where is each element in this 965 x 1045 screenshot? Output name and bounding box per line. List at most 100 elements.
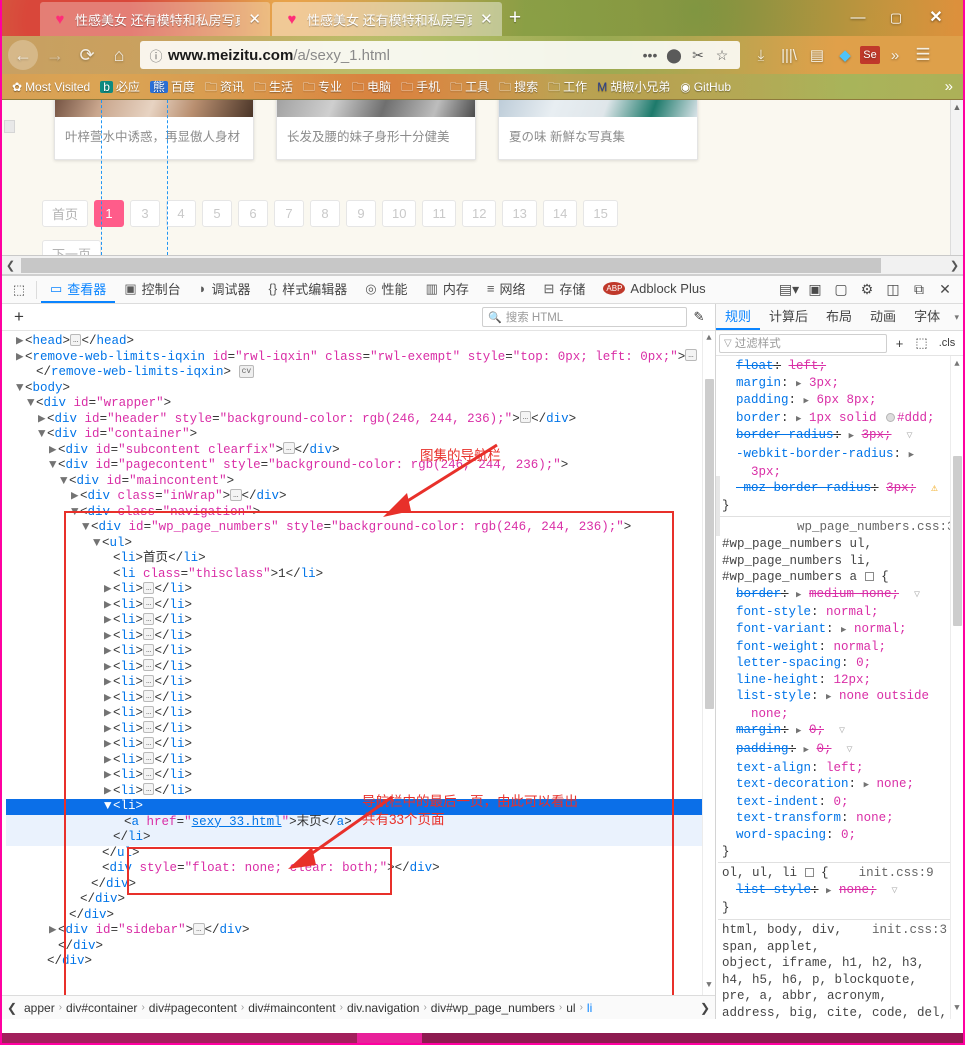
dom-tree-line[interactable]: ▶<li>… </li> bbox=[6, 752, 715, 769]
pane-resize-handle[interactable] bbox=[716, 476, 720, 536]
css-rule-line[interactable]: padding: ▶ 0; ▽ bbox=[718, 741, 963, 760]
twisty-icon[interactable]: ▶ bbox=[104, 706, 113, 722]
scroll-down-arrow[interactable]: ▼ bbox=[951, 1000, 963, 1017]
info-icon[interactable]: ⓘ bbox=[146, 46, 166, 65]
twisty-icon[interactable]: ▼ bbox=[104, 799, 113, 815]
css-rule-line[interactable]: object, iframe, h1, h2, h3, bbox=[718, 955, 963, 972]
close-icon[interactable]: ✕ bbox=[479, 10, 494, 28]
tab-adblock-plus[interactable]: ABP Adblock Plus bbox=[594, 276, 714, 303]
page-link-current[interactable]: 1 bbox=[94, 200, 125, 227]
twisty-icon[interactable]: ▶ bbox=[104, 753, 113, 769]
dom-tree-line[interactable]: ▶<remove-web-limits-iqxin id="rwl-iqxin"… bbox=[6, 349, 715, 366]
pocket-icon[interactable]: ⬤ bbox=[662, 47, 686, 64]
filter-styles-input[interactable]: ▽ 过滤样式 bbox=[719, 333, 887, 353]
bookmark-github[interactable]: ◉ GitHub bbox=[676, 79, 735, 95]
dom-tree-line[interactable]: ▶<li>… </li> bbox=[6, 690, 715, 707]
forward-button[interactable]: → bbox=[40, 40, 70, 70]
css-rule-line[interactable]: pre, a, abbr, acronym, bbox=[718, 988, 963, 1005]
css-rule-line[interactable]: margin: ▶ 3px; bbox=[718, 375, 963, 393]
dom-tree-line[interactable]: </div> bbox=[6, 939, 715, 955]
dom-tree-line[interactable]: ▼<div id="container"> bbox=[6, 427, 715, 443]
css-rule-line[interactable]: margin: ▶ 0; ▽ bbox=[718, 722, 963, 741]
split-console-icon[interactable]: ▣ bbox=[803, 278, 827, 302]
css-rule-line[interactable]: h4, h5, h6, p, blockquote, bbox=[718, 972, 963, 989]
breadcrumb-item-navigation[interactable]: div.navigation bbox=[343, 1001, 424, 1015]
css-rule-line[interactable]: list-style: ▶ none; ▽ bbox=[718, 882, 963, 901]
page-link-6[interactable]: 6 bbox=[238, 200, 269, 227]
scroll-left-arrow[interactable]: ❮ bbox=[2, 259, 19, 272]
twisty-icon[interactable]: ▶ bbox=[104, 675, 113, 691]
rules-tab-rules[interactable]: 规则 bbox=[716, 304, 761, 330]
twisty-icon[interactable]: ▼ bbox=[38, 427, 47, 443]
page-link-8[interactable]: 8 bbox=[310, 200, 341, 227]
css-rule-line[interactable]: } bbox=[718, 900, 963, 917]
twisty-icon[interactable]: ▶ bbox=[104, 691, 113, 707]
page-link-5[interactable]: 5 bbox=[202, 200, 233, 227]
dom-tree-line[interactable]: </div> bbox=[6, 908, 715, 924]
dom-tree-line[interactable]: ▶<li>… </li> bbox=[6, 674, 715, 691]
css-rule-line[interactable]: border-radius: ▶ 3px; ▽ bbox=[718, 427, 963, 446]
browser-tab-1[interactable]: ♥ 性感美女 还有模特和私房写真_ ✕ bbox=[40, 2, 270, 36]
dom-tree-line[interactable]: ▶<li>… </li> bbox=[6, 767, 715, 784]
breadcrumb-item-maincontent[interactable]: div#maincontent bbox=[244, 1001, 339, 1015]
css-rule-line[interactable]: font-variant: ▶ normal; bbox=[718, 621, 963, 639]
page-horizontal-scrollbar[interactable]: ❮ ❯ bbox=[2, 256, 963, 275]
bookmark-folder-diannao[interactable]: 🗀 电脑 bbox=[348, 77, 395, 96]
dom-tree-line[interactable]: ▼<body> bbox=[6, 381, 715, 397]
dom-tree-line[interactable]: ▶<li>… </li> bbox=[6, 736, 715, 753]
css-rule-line[interactable]: font-weight: normal; bbox=[718, 639, 963, 656]
maximize-button[interactable]: ▢ bbox=[883, 6, 909, 30]
browser-tab-2[interactable]: ♥ 性感美女 还有模特和私房写真 ✕ bbox=[272, 2, 502, 36]
bookmark-hujiao[interactable]: M 胡椒小兄弟 bbox=[593, 77, 674, 96]
css-rules-list[interactable]: float: left; margin: ▶ 3px; padding: ▶ 6px… bbox=[716, 356, 963, 1019]
scroll-up-arrow[interactable]: ▲ bbox=[703, 331, 715, 347]
twisty-icon[interactable] bbox=[104, 567, 113, 583]
page-link-15[interactable]: 15 bbox=[583, 200, 618, 227]
bookmark-bing[interactable]: b 必应 bbox=[96, 77, 144, 96]
dock-right-icon[interactable]: ◫ bbox=[881, 278, 905, 302]
bookmark-folder-gongzuo[interactable]: 🗀 工作 bbox=[544, 77, 591, 96]
breadcrumb-item-ul[interactable]: ul bbox=[562, 1001, 579, 1015]
scroll-right-arrow[interactable]: ❯ bbox=[946, 259, 963, 272]
page-link-13[interactable]: 13 bbox=[502, 200, 537, 227]
dom-tree-line[interactable]: ▶<div id="sidebar">… </div> bbox=[6, 922, 715, 939]
dom-tree-line[interactable]: ▼<div id="pagecontent" style="background… bbox=[6, 458, 715, 474]
dom-tree-line[interactable]: </div> bbox=[6, 877, 715, 893]
tab-storage[interactable]: ⊟ 存储 bbox=[534, 276, 594, 303]
dom-tree-line[interactable]: ▶<li>… </li> bbox=[6, 597, 715, 614]
dom-tree-line[interactable]: </remove-web-limits-iqxin> cv bbox=[6, 365, 715, 381]
dom-tree-line[interactable]: ▼<div id="wp_page_numbers" style="backgr… bbox=[6, 520, 715, 536]
twisty-icon[interactable]: ▼ bbox=[93, 536, 102, 552]
css-rule-line[interactable]: } bbox=[718, 844, 963, 861]
tab-console[interactable]: ▣ 控制台 bbox=[115, 276, 189, 303]
css-rule-line[interactable]: letter-spacing: 0; bbox=[718, 655, 963, 672]
css-rule-line[interactable]: span, applet, bbox=[718, 939, 963, 956]
chevron-down-icon[interactable]: ▾ bbox=[954, 312, 963, 323]
bookmark-star-icon[interactable]: ☆ bbox=[710, 47, 734, 64]
css-rule-line[interactable]: none; bbox=[718, 706, 963, 723]
bookmark-folder-shenghuo[interactable]: 🗀 生活 bbox=[250, 77, 297, 96]
twisty-icon[interactable] bbox=[27, 365, 36, 381]
bookmark-folder-zixun[interactable]: 🗀 资讯 bbox=[201, 77, 248, 96]
css-rule-line[interactable]: text-decoration: ▶ none; bbox=[718, 776, 963, 794]
twisty-icon[interactable]: ▶ bbox=[104, 598, 113, 614]
css-rule-line[interactable]: padding: ▶ 6px 8px; bbox=[718, 392, 963, 410]
css-rule-line[interactable]: border: ▶ medium none; ▽ bbox=[718, 586, 963, 605]
bookmark-folder-shouji[interactable]: 🗀 手机 bbox=[397, 77, 444, 96]
tab-style-editor[interactable]: {} 样式编辑器 bbox=[260, 276, 357, 303]
twisty-icon[interactable] bbox=[104, 551, 113, 567]
page-link-next[interactable]: 下一页 bbox=[42, 240, 102, 255]
tab-debugger[interactable]: ◗ 调试器 bbox=[190, 276, 260, 303]
page-link-3[interactable]: 3 bbox=[130, 200, 161, 227]
css-rule-line[interactable]: -webkit-border-radius: ▶ bbox=[718, 446, 963, 464]
dom-tree-line[interactable]: ▶<li>… </li> bbox=[6, 628, 715, 645]
twisty-icon[interactable]: ▼ bbox=[82, 520, 91, 536]
css-rule-line[interactable]: #wp_page_numbers ul, bbox=[718, 536, 963, 553]
add-rule-button[interactable]: + bbox=[890, 336, 909, 351]
page-link-4[interactable]: 4 bbox=[166, 200, 197, 227]
twisty-icon[interactable] bbox=[93, 861, 102, 877]
rules-tab-fonts[interactable]: 字体 bbox=[905, 304, 949, 330]
back-button[interactable]: ← bbox=[8, 40, 38, 70]
dom-tree-line[interactable]: ▶<li>… </li> bbox=[6, 659, 715, 676]
page-vertical-scrollbar[interactable]: ▲ bbox=[950, 100, 963, 255]
